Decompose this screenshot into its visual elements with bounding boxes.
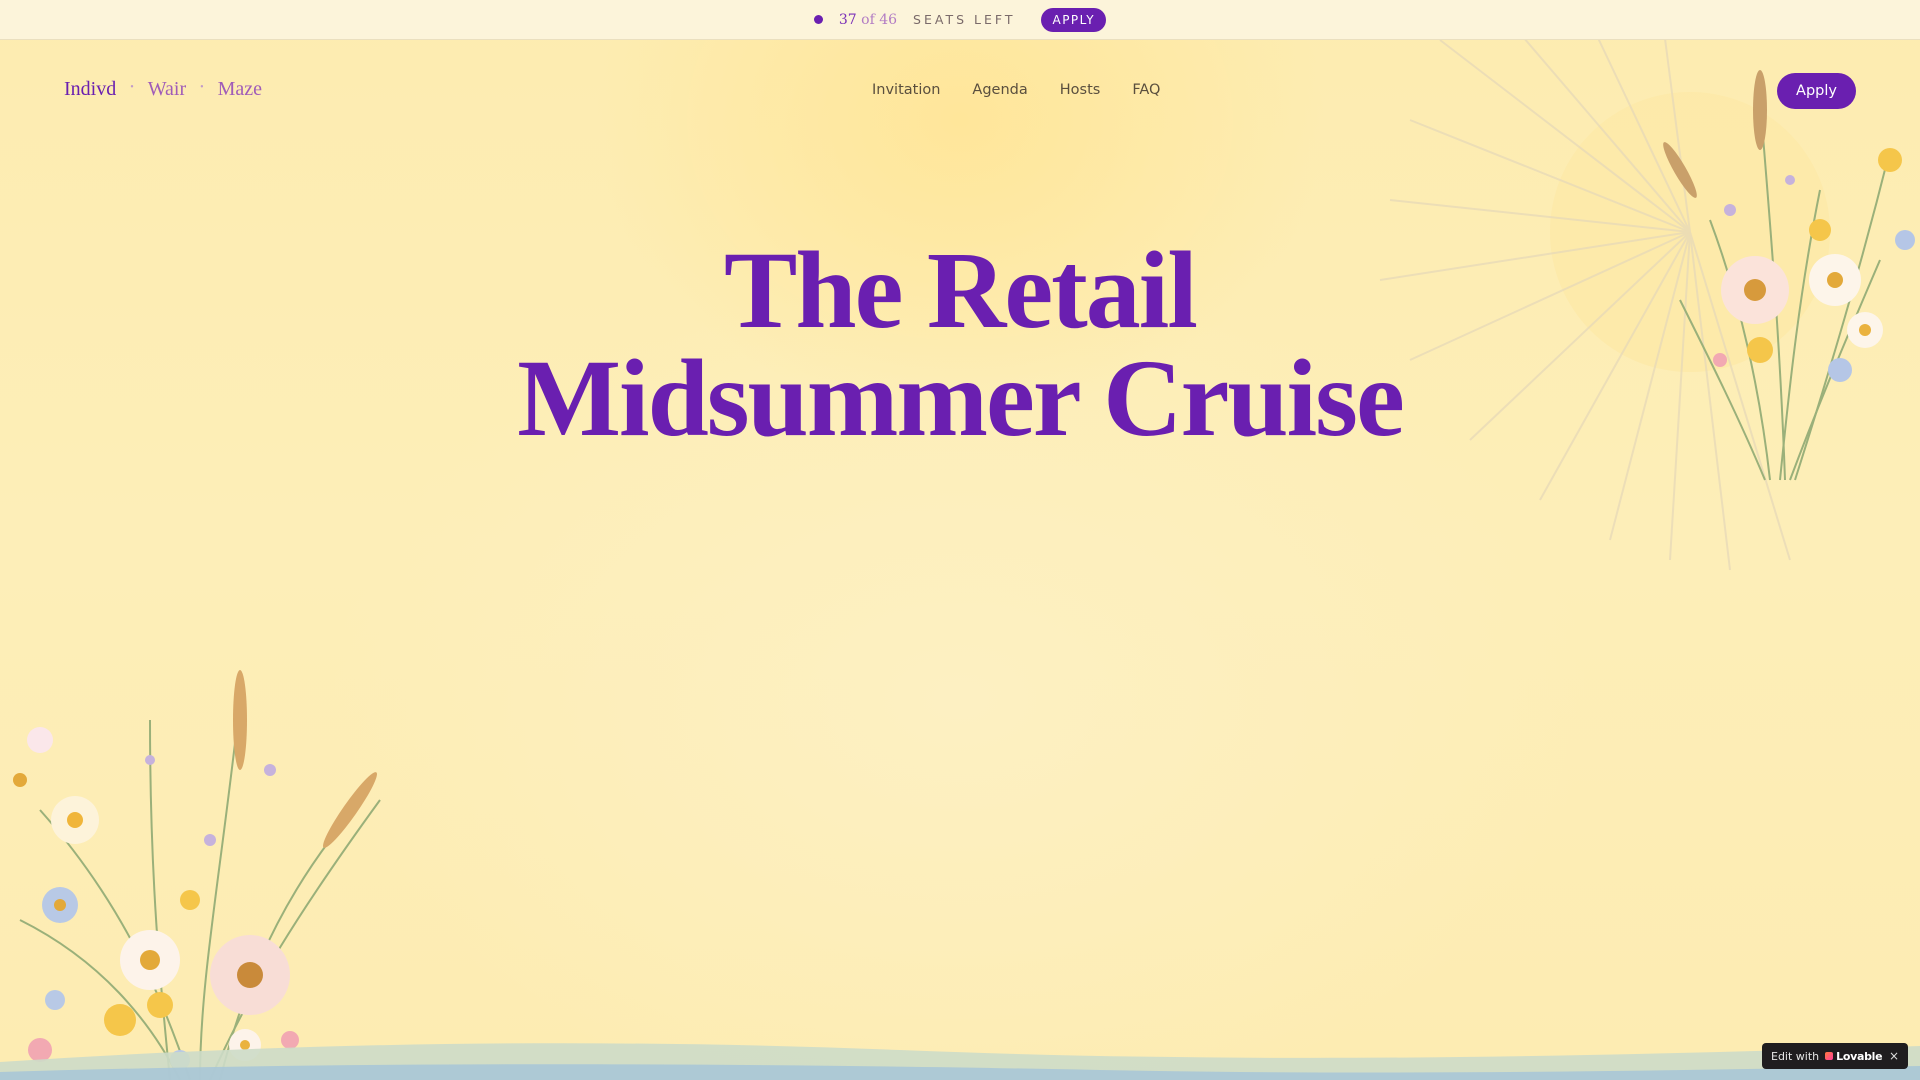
nav-link-faq[interactable]: FAQ (1132, 82, 1160, 98)
badge-edit-label: Edit with (1771, 1049, 1820, 1063)
hero-title: The Retail Midsummer Cruise (0, 229, 1920, 459)
edit-with-lovable-badge[interactable]: Edit with Lovable × (1762, 1043, 1908, 1069)
site-header: Indivd • Wair • Maze Invitation Agenda H… (0, 70, 1920, 112)
brand-separator: • (200, 82, 204, 93)
header-apply-button[interactable]: Apply (1777, 73, 1856, 109)
seats-announcement-bar: 37 of 46 SEATS LEFT APPLY (0, 0, 1920, 40)
hero-title-line-1: The Retail (724, 229, 1198, 351)
brand-logo[interactable]: Indivd • Wair • Maze (64, 78, 262, 101)
brand-separator: • (130, 82, 134, 93)
brand-name-indivd: Indivd (64, 78, 117, 100)
seats-count: 37 of 46 (839, 12, 897, 28)
nav-link-agenda[interactable]: Agenda (972, 82, 1027, 98)
brand-name-maze: Maze (217, 78, 263, 100)
seats-total: of 46 (861, 11, 898, 28)
close-icon[interactable]: × (1889, 1049, 1899, 1063)
lovable-heart-icon (1825, 1052, 1834, 1060)
badge-brand-name: Lovable (1836, 1049, 1883, 1063)
main-nav: Invitation Agenda Hosts FAQ (872, 82, 1160, 98)
water-wave-illustration (0, 1043, 1920, 1080)
status-dot-icon (813, 15, 823, 24)
seats-left-label: SEATS LEFT (913, 12, 1016, 27)
flower-bouquet-illustration (13, 670, 381, 1080)
hero-title-line-2: Midsummer Cruise (517, 337, 1405, 459)
seats-apply-button[interactable]: APPLY (1041, 7, 1107, 32)
nav-link-hosts[interactable]: Hosts (1060, 82, 1101, 98)
nav-link-invitation[interactable]: Invitation (872, 82, 940, 98)
seats-remaining: 37 (838, 11, 857, 28)
brand-name-wair: Wair (147, 78, 187, 100)
